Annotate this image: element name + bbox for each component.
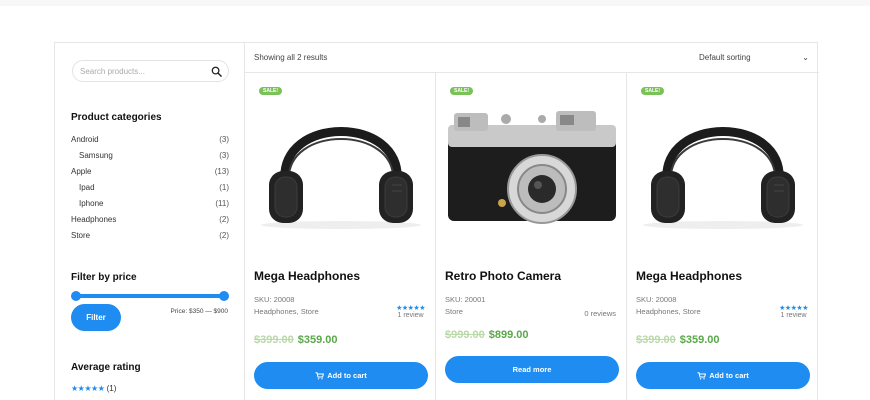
price-filter-title: Filter by price [71, 272, 137, 283]
product-rating: ★★★★★ 1 review [396, 305, 425, 319]
original-price: $399.00 [636, 334, 676, 346]
product-listing: Showing all 2 results Default sorting ⌄ … [245, 43, 819, 400]
product-price: $399.00 $359.00 [254, 334, 338, 346]
category-name[interactable]: Android [71, 135, 99, 144]
product-title[interactable]: Mega Headphones [254, 269, 360, 283]
star-rating-icon: ★★★★★ [779, 305, 808, 312]
category-name[interactable]: Headphones [71, 215, 116, 224]
product-card[interactable]: SALE! Mega Headphones SKU: 20008 Headpho… [627, 73, 818, 400]
product-rating: ★★★★★ 1 review [779, 305, 808, 319]
review-count[interactable]: 1 review [781, 312, 807, 319]
rating-count: (1) [106, 384, 117, 393]
shop-container: Product categories Android (3) Samsung (… [54, 42, 819, 400]
search-icon[interactable] [211, 66, 222, 77]
listing-toolbar: Showing all 2 results Default sorting ⌄ [245, 43, 819, 73]
cart-icon [697, 372, 707, 380]
search-input[interactable] [73, 61, 208, 81]
filter-button[interactable]: Filter [71, 304, 121, 331]
sale-price: $359.00 [297, 334, 338, 346]
categories-title: Product categories [71, 112, 162, 123]
review-count: 0 reviews [584, 309, 616, 318]
price-max-handle[interactable] [219, 291, 229, 301]
category-item-android[interactable]: Android (3) [71, 133, 229, 149]
category-count: (13) [214, 167, 229, 176]
camera-image[interactable] [446, 85, 618, 235]
category-item-iphone[interactable]: Iphone (11) [71, 197, 229, 213]
category-item-store[interactable]: Store (2) [71, 229, 229, 245]
sidebar: Product categories Android (3) Samsung (… [55, 43, 245, 400]
product-card[interactable]: SALE! Retro Photo Camera SKU: 20001 Stor… [436, 73, 627, 400]
rating-filter-5-stars[interactable]: ★★★★★ (1) [71, 384, 116, 393]
product-sku: SKU: 20008 [636, 295, 677, 304]
original-price: $399.00 [254, 334, 294, 346]
category-count: (2) [219, 231, 229, 240]
chevron-down-icon: ⌄ [802, 53, 809, 62]
star-rating-icon: ★★★★★ [396, 305, 425, 312]
category-name[interactable]: Ipad [79, 183, 95, 192]
category-item-ipad[interactable]: Ipad (1) [71, 181, 229, 197]
product-title[interactable]: Retro Photo Camera [445, 269, 561, 283]
original-price: $999.00 [445, 329, 485, 341]
cart-icon [315, 372, 325, 380]
product-title[interactable]: Mega Headphones [636, 269, 742, 283]
sale-badge: SALE! [259, 87, 282, 95]
product-search [72, 60, 229, 82]
product-price: $999.00 $899.00 [445, 329, 529, 341]
category-name[interactable]: Samsung [79, 151, 113, 160]
category-list: Android (3) Samsung (3) Apple (13) Ipad … [71, 133, 229, 245]
category-name[interactable]: Apple [71, 167, 91, 176]
category-item-samsung[interactable]: Samsung (3) [71, 149, 229, 165]
average-rating-title: Average rating [71, 362, 141, 373]
price-range-label: Price: $350 — $900 [170, 308, 228, 315]
category-item-headphones[interactable]: Headphones (2) [71, 213, 229, 229]
product-categories[interactable]: Headphones, Store [636, 307, 701, 316]
category-count: (1) [219, 183, 229, 192]
add-to-cart-label: Add to cart [327, 370, 367, 380]
sale-price: $899.00 [488, 329, 529, 341]
category-count: (3) [219, 151, 229, 160]
add-to-cart-label: Add to cart [709, 370, 749, 380]
category-count: (3) [219, 135, 229, 144]
top-strip [0, 0, 870, 6]
category-name[interactable]: Iphone [79, 199, 103, 208]
read-more-button[interactable]: Read more [445, 356, 619, 383]
review-count[interactable]: 1 review [398, 312, 424, 319]
sale-badge: SALE! [450, 87, 473, 95]
product-card[interactable]: SALE! Mega Headphones SKU: 20008 Headpho… [245, 73, 436, 400]
product-sku: SKU: 20008 [254, 295, 295, 304]
result-count: Showing all 2 results [254, 53, 328, 62]
category-item-apple[interactable]: Apple (13) [71, 165, 229, 181]
headphones-image[interactable] [637, 85, 809, 235]
product-sku: SKU: 20001 [445, 295, 486, 304]
category-count: (2) [219, 215, 229, 224]
category-count: (11) [215, 199, 229, 208]
product-categories[interactable]: Store [445, 307, 463, 316]
product-categories[interactable]: Headphones, Store [254, 307, 319, 316]
star-rating-icon: ★★★★★ [71, 384, 105, 393]
price-min-handle[interactable] [71, 291, 81, 301]
product-price: $399.00 $359.00 [636, 334, 720, 346]
headphones-image[interactable] [255, 85, 427, 235]
sort-selected-label: Default sorting [699, 53, 751, 62]
add-to-cart-button[interactable]: Add to cart [636, 362, 810, 389]
sale-badge: SALE! [641, 87, 664, 95]
sale-price: $359.00 [679, 334, 720, 346]
category-name[interactable]: Store [71, 231, 90, 240]
price-range-slider[interactable] [71, 291, 229, 301]
add-to-cart-button[interactable]: Add to cart [254, 362, 428, 389]
